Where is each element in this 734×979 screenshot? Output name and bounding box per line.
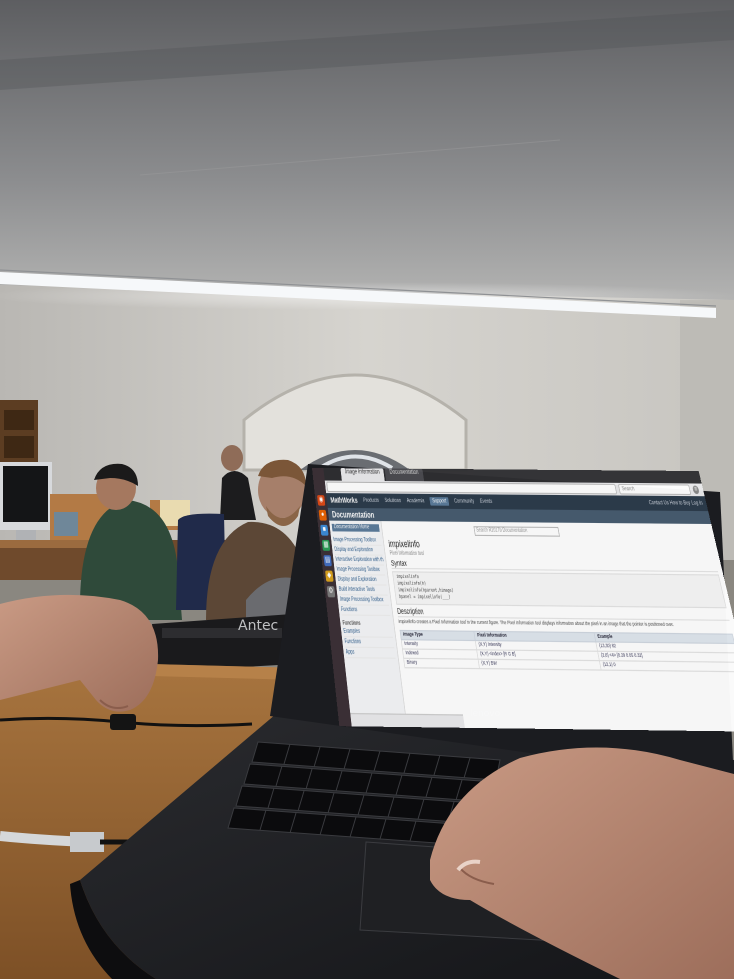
table-cell: Binary <box>403 658 480 669</box>
table-cell: (X,Y) BW <box>478 659 602 671</box>
syntax-heading: Syntax <box>390 560 719 573</box>
laptop-screen: Image Information Documentation ‹ Search… <box>312 468 734 732</box>
browser-tab-active[interactable]: Image Information <box>340 468 386 482</box>
sidebar-link-functions[interactable]: Functions <box>344 637 395 649</box>
account-links[interactable]: Contact Us How to Buy Log In <box>648 500 703 507</box>
nav-solutions[interactable]: Solutions <box>384 498 401 504</box>
ubuntu-icon[interactable]: ◉ <box>317 495 326 506</box>
pixel-info-table: Image Type Pixel Information Example Int… <box>400 630 734 672</box>
sidebar-link-examples[interactable]: Examples <box>343 626 394 638</box>
sidebar-item[interactable]: Functions <box>340 605 391 617</box>
files-icon[interactable]: ■ <box>320 524 329 536</box>
sidebar-item[interactable]: Image Processing Toolbox <box>332 535 382 546</box>
writer-icon[interactable]: ▤ <box>323 555 332 567</box>
firefox-icon[interactable]: ● <box>318 509 327 521</box>
section-title: Documentation <box>331 509 375 520</box>
sidebar-item[interactable]: Interactive Exploration with the Image V… <box>335 555 384 566</box>
table-cell: (12,1) 0 <box>599 660 734 672</box>
nav-products[interactable]: Products <box>363 498 379 504</box>
bg-laptop <box>54 512 78 536</box>
docs-search-input[interactable]: Search R2017b Documentation <box>473 526 560 537</box>
site-logo[interactable]: MathWorks <box>330 497 358 505</box>
docs-body: Documentation Home Image Processing Tool… <box>329 520 734 720</box>
documentation-home-button[interactable]: Documentation Home <box>331 523 380 532</box>
docs-page: MathWorks Products Solutions Academia Su… <box>326 493 734 732</box>
sidebar-item[interactable]: Image Processing Toolbox <box>339 595 390 606</box>
menu-icon[interactable]: ≡ <box>691 485 700 495</box>
sidebar-item[interactable]: Image Processing Toolbox <box>336 565 386 576</box>
description-heading: Description <box>396 608 730 621</box>
sidebar-item[interactable]: Display and Exploration <box>334 545 383 556</box>
browser-search-input[interactable]: Search <box>617 483 692 496</box>
sidebar-item[interactable]: Display and Exploration <box>337 575 387 586</box>
nav-support[interactable]: Support <box>429 497 450 506</box>
status-bar <box>350 712 465 728</box>
browser-tab-inactive[interactable]: Documentation <box>384 468 424 482</box>
description-text: impixelinfo creates a Pixel Information … <box>398 619 675 629</box>
sidebar-item[interactable]: Build Interactive Tools <box>338 585 388 596</box>
settings-icon[interactable]: ⚙ <box>326 586 336 598</box>
nav-academia[interactable]: Academia <box>406 498 425 504</box>
sidebar-link-apps[interactable]: Apps <box>345 647 396 659</box>
spreadsheet-icon[interactable]: ▦ <box>321 539 331 551</box>
svg-text:Antec: Antec <box>238 618 278 634</box>
software-icon[interactable]: ◆ <box>325 570 334 582</box>
nav-events[interactable]: Events <box>480 499 493 505</box>
nav-community[interactable]: Community <box>454 498 475 505</box>
syntax-block: impixelinfo impixelinfo(h) impixelinfo(hpa… <box>392 571 727 609</box>
docs-content: Search R2017b Documentation impixelinfo … <box>381 521 734 719</box>
